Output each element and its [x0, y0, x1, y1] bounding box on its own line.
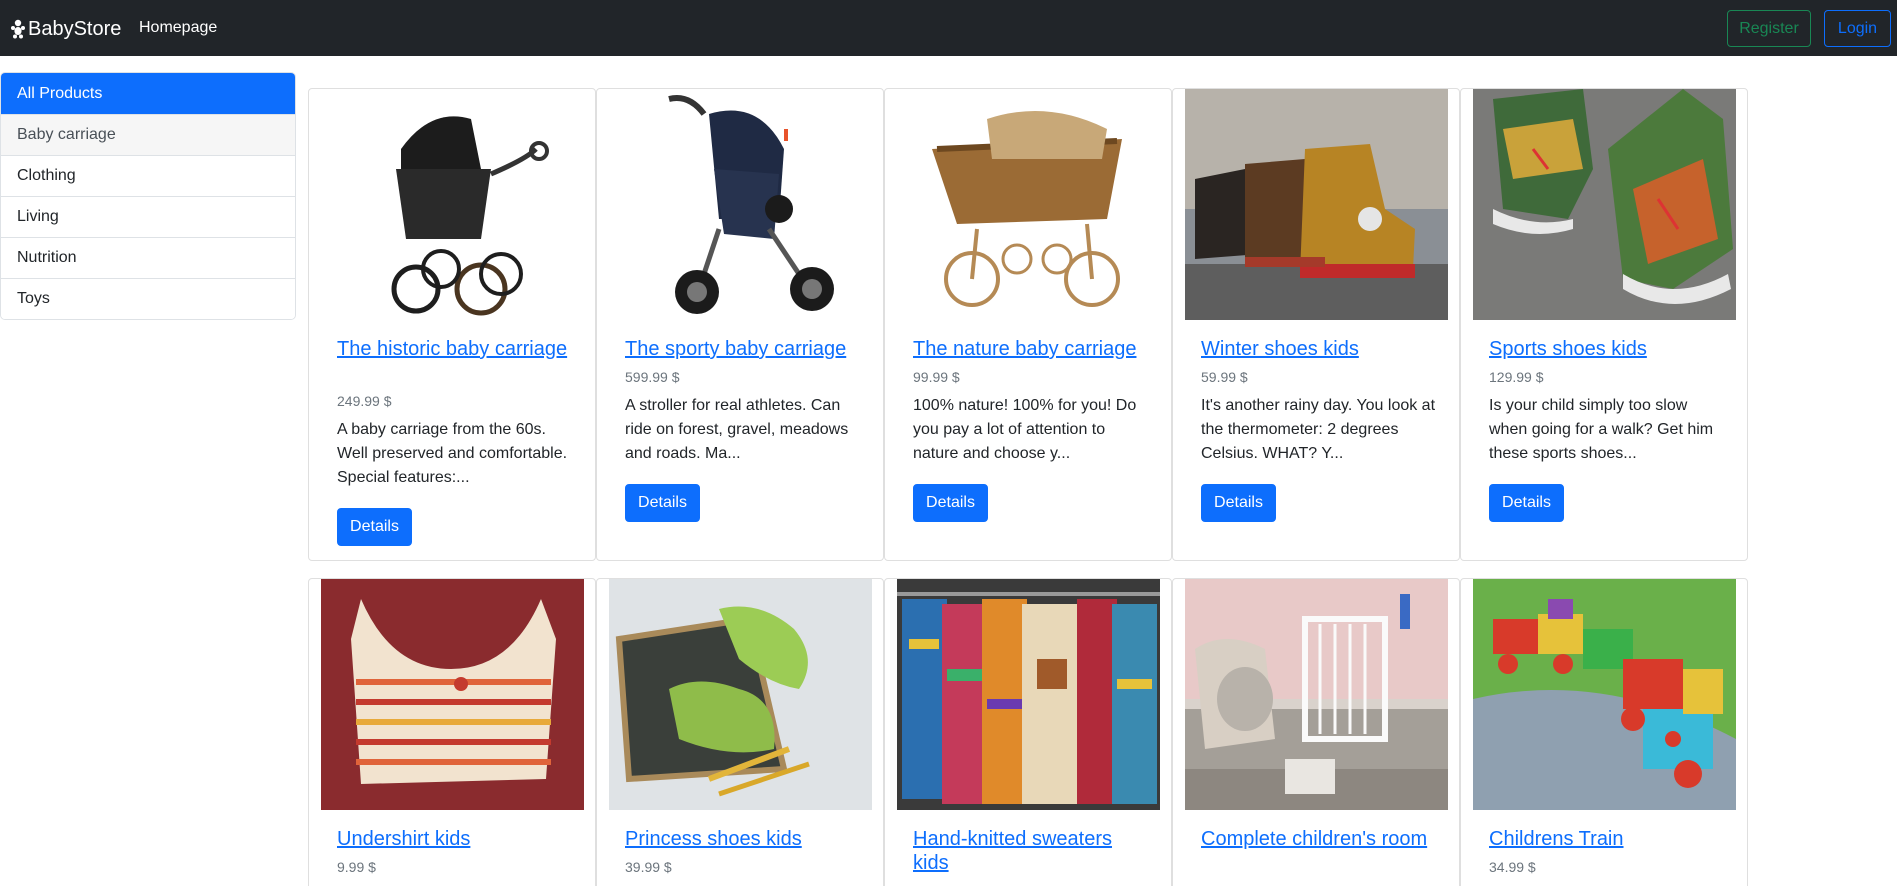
striped-undershirt-image	[321, 579, 584, 810]
jogging-stroller-image	[609, 89, 872, 320]
winter-boots-image	[1185, 89, 1448, 320]
details-button[interactable]: Details	[913, 484, 988, 522]
category-baby-carriage[interactable]: Baby carriage	[1, 114, 295, 155]
product-title-link[interactable]: Hand-knitted sweaters kids	[913, 827, 1153, 875]
baby-icon	[11, 19, 25, 39]
wicker-pram-image	[897, 89, 1160, 320]
product-card: The historic baby carriage 249.99 $ A ba…	[308, 88, 596, 561]
product-image	[321, 579, 584, 810]
details-button[interactable]: Details	[625, 484, 700, 522]
knitted-sweaters-image	[897, 579, 1160, 810]
product-description: Is your child simply too slow when going…	[1489, 397, 1714, 462]
product-image	[1473, 89, 1736, 320]
product-card: The nature baby carriage 99.99 $ 100% na…	[884, 88, 1172, 561]
product-image	[897, 89, 1160, 320]
product-price: 9.99 $	[337, 859, 376, 875]
product-title-link[interactable]: Sports shoes kids	[1489, 337, 1729, 361]
product-price: 599.99 $	[625, 369, 680, 385]
green-shoes-image	[609, 579, 872, 810]
product-title-link[interactable]: The historic baby carriage	[337, 337, 577, 361]
product-card: Complete children's room	[1172, 578, 1460, 886]
register-button[interactable]: Register	[1727, 10, 1811, 47]
product-title-link[interactable]: The nature baby carriage	[913, 337, 1153, 361]
product-card: Sports shoes kids 129.99 $ Is your child…	[1460, 88, 1748, 561]
product-image	[609, 89, 872, 320]
product-price: 39.99 $	[625, 859, 672, 875]
category-clothing[interactable]: Clothing	[1, 155, 295, 196]
product-description: 100% nature! 100% for you! Do you pay a …	[913, 397, 1137, 462]
product-price: 59.99 $	[1201, 369, 1248, 385]
details-button[interactable]: Details	[337, 508, 412, 546]
brand-name: BabyStore	[28, 17, 122, 40]
category-list: All Products Baby carriage Clothing Livi…	[0, 72, 296, 320]
product-title-link[interactable]: Princess shoes kids	[625, 827, 865, 851]
product-description: A baby carriage from the 60s. Well prese…	[337, 421, 568, 486]
product-description: It's another rainy day. You look at the …	[1201, 397, 1436, 462]
login-button[interactable]: Login	[1824, 10, 1891, 47]
nursery-room-image	[1185, 579, 1448, 810]
brand-link[interactable]: BabyStore	[10, 17, 121, 41]
product-title-link[interactable]: Childrens Train	[1489, 827, 1729, 851]
nav-homepage-link[interactable]: Homepage	[139, 19, 217, 37]
product-image	[609, 579, 872, 810]
category-living[interactable]: Living	[1, 196, 295, 237]
product-card: Princess shoes kids 39.99 $	[596, 578, 884, 886]
product-image	[1473, 579, 1736, 810]
top-navbar: BabyStore Homepage Register Login	[0, 0, 1897, 56]
product-price: 129.99 $	[1489, 369, 1544, 385]
product-title-link[interactable]: Winter shoes kids	[1201, 337, 1441, 361]
product-card: The sporty baby carriage 599.99 $ A stro…	[596, 88, 884, 561]
product-price: 34.99 $	[1489, 859, 1536, 875]
product-description: A stroller for real athletes. Can ride o…	[625, 397, 849, 462]
category-nutrition[interactable]: Nutrition	[1, 237, 295, 278]
product-image	[321, 89, 584, 320]
product-title-link[interactable]: Complete children's room	[1201, 827, 1441, 851]
product-card: Hand-knitted sweaters kids	[884, 578, 1172, 886]
toy-train-image	[1473, 579, 1736, 810]
category-all-products[interactable]: All Products	[1, 73, 295, 114]
details-button[interactable]: Details	[1201, 484, 1276, 522]
product-title-link[interactable]: Undershirt kids	[337, 827, 577, 851]
sneakers-image	[1473, 89, 1736, 320]
product-card: Winter shoes kids 59.99 $ It's another r…	[1172, 88, 1460, 561]
vintage-pram-image	[321, 89, 584, 320]
product-image	[897, 579, 1160, 810]
product-image	[1185, 579, 1448, 810]
product-image	[1185, 89, 1448, 320]
product-card: Undershirt kids 9.99 $	[308, 578, 596, 886]
product-title-link[interactable]: The sporty baby carriage	[625, 337, 865, 361]
category-toys[interactable]: Toys	[1, 278, 295, 319]
product-price: 99.99 $	[913, 369, 960, 385]
details-button[interactable]: Details	[1489, 484, 1564, 522]
product-price: 249.99 $	[337, 393, 392, 409]
product-card: Childrens Train 34.99 $	[1460, 578, 1748, 886]
